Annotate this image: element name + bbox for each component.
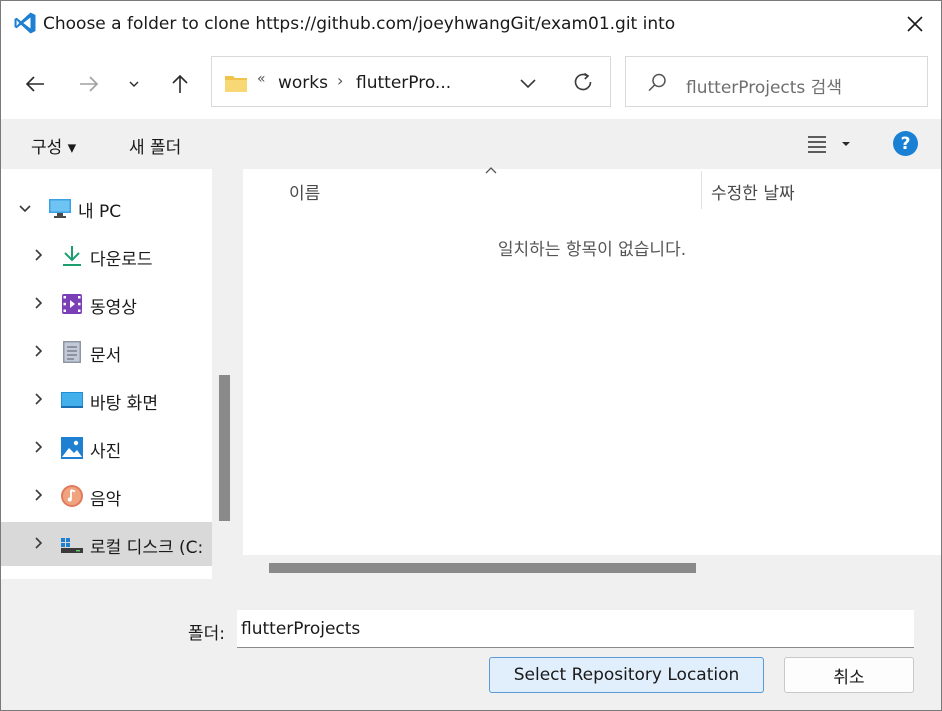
- chevron-right-icon[interactable]: [31, 487, 47, 503]
- breadcrumb-flutterprojects[interactable]: flutterPro...: [356, 73, 451, 93]
- folder-picker-dialog: Choose a folder to clone https://github.…: [0, 0, 942, 711]
- arrow-up-icon: [172, 74, 188, 93]
- nav-item-this-pc[interactable]: 내 PC: [1, 186, 212, 230]
- pictures-icon: [61, 437, 83, 459]
- folder-name-input[interactable]: [237, 610, 914, 648]
- nav-item-documents[interactable]: 문서: [1, 330, 212, 374]
- nav-item-label: 다운로드: [90, 250, 153, 270]
- title-bar: Choose a folder to clone https://github.…: [1, 1, 941, 47]
- overflow-chevron[interactable]: «: [257, 71, 266, 87]
- empty-message: 일치하는 항목이 없습니다.: [497, 240, 687, 260]
- nav-item-desktop[interactable]: 바탕 화면: [1, 378, 212, 422]
- chevron-right-icon[interactable]: [31, 343, 47, 359]
- address-bar[interactable]: « works › flutterPro...: [211, 56, 611, 107]
- desktop-icon: [61, 392, 83, 408]
- new-folder-button[interactable]: 새 폴더: [129, 133, 181, 158]
- chevron-right-icon[interactable]: [31, 535, 47, 551]
- select-repository-location-button[interactable]: Select Repository Location: [489, 657, 764, 693]
- window-title: Choose a folder to clone https://github.…: [43, 14, 676, 34]
- chevron-down-icon[interactable]: [17, 201, 33, 217]
- nav-item-music[interactable]: 음악: [1, 474, 212, 518]
- chevron-right-icon[interactable]: [31, 295, 47, 311]
- nav-item-label: 로컬 디스크 (C:: [90, 538, 204, 558]
- vscode-icon: [14, 12, 36, 34]
- cancel-button[interactable]: 취소: [784, 657, 914, 693]
- nav-item-downloads[interactable]: 다운로드: [1, 234, 212, 278]
- breadcrumb-works[interactable]: works: [278, 73, 328, 93]
- chevron-down-icon: [129, 81, 139, 87]
- nav-item-local-disk[interactable]: 로컬 디스크 (C:: [1, 522, 212, 566]
- up-button[interactable]: [164, 69, 196, 99]
- arrow-right-icon: [80, 76, 99, 92]
- search-icon: [648, 73, 666, 92]
- recent-locations-button[interactable]: [118, 69, 150, 99]
- organize-button[interactable]: 구성 ▾: [31, 133, 76, 158]
- folder-icon: [225, 76, 247, 92]
- file-list-scrollbar-thumb[interactable]: [269, 563, 696, 573]
- nav-item-label: 음악: [90, 490, 122, 510]
- sort-ascending-icon: [485, 167, 497, 174]
- drive-icon: [61, 538, 83, 553]
- help-icon[interactable]: ?: [893, 131, 918, 156]
- nav-item-label: 바탕 화면: [90, 394, 158, 414]
- chevron-right-icon[interactable]: [31, 247, 47, 263]
- forward-button[interactable]: [73, 69, 105, 99]
- pc-icon: [49, 199, 71, 218]
- nav-item-label: 사진: [90, 442, 122, 462]
- column-divider[interactable]: [701, 171, 702, 209]
- view-options-button[interactable]: [807, 133, 853, 159]
- video-icon: [62, 294, 82, 314]
- document-icon: [63, 341, 81, 363]
- nav-item-label: 내 PC: [78, 202, 122, 222]
- breadcrumb-separator[interactable]: ›: [337, 71, 343, 90]
- search-placeholder: flutterProjects 검색: [686, 78, 842, 98]
- chevron-right-icon[interactable]: [31, 391, 47, 407]
- close-icon: [907, 16, 923, 32]
- refresh-icon[interactable]: [572, 71, 594, 93]
- arrow-left-icon: [25, 76, 44, 92]
- close-button[interactable]: [897, 7, 933, 41]
- chevron-right-icon[interactable]: [31, 439, 47, 455]
- download-icon: [63, 246, 81, 266]
- folder-label: 폴더:: [188, 624, 226, 644]
- file-list: [243, 169, 941, 579]
- nav-item-label: 동영상: [90, 298, 137, 318]
- nav-pane-scrollbar-thumb[interactable]: [219, 375, 230, 521]
- back-button[interactable]: [19, 69, 51, 99]
- chevron-down-icon[interactable]: [518, 73, 538, 93]
- music-icon: [61, 485, 83, 507]
- nav-item-pictures[interactable]: 사진: [1, 426, 212, 470]
- nav-item-label: 문서: [90, 346, 122, 366]
- column-header-name[interactable]: 이름: [289, 179, 320, 204]
- nav-item-videos[interactable]: 동영상: [1, 282, 212, 326]
- search-box[interactable]: flutterProjects 검색: [625, 56, 928, 107]
- column-header-date-modified[interactable]: 수정한 날짜: [711, 179, 795, 204]
- navigation-pane: 내 PC 다운로드 동영상 문서 바탕 화면 사진 음악 로컬 디스크 (C:: [1, 169, 212, 579]
- list-view-icon: [808, 136, 850, 153]
